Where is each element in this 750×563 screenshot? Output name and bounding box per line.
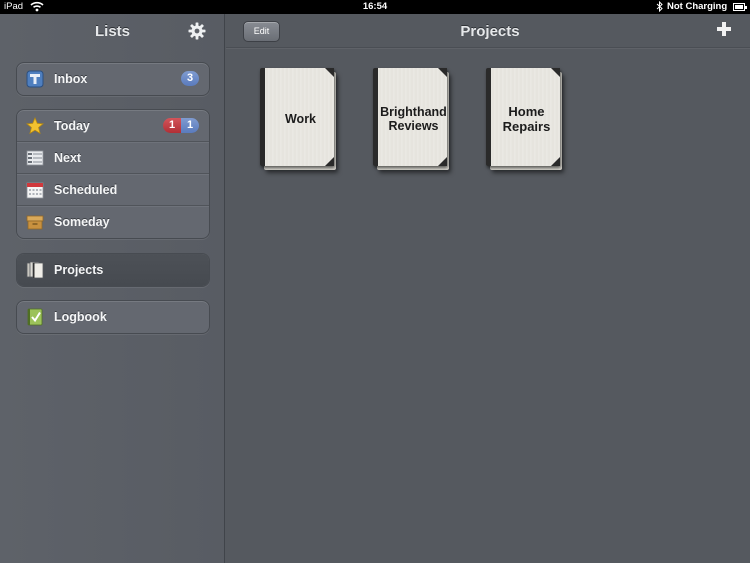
page-title: Projects — [460, 23, 520, 40]
calendar-icon — [26, 182, 44, 199]
inbox-icon — [26, 70, 44, 88]
project-name: Work — [284, 112, 317, 126]
sidebar-item-label: Next — [54, 151, 82, 165]
edit-button[interactable]: Edit — [243, 21, 280, 42]
sidebar-item-label: Today — [54, 119, 90, 133]
sidebar-item-label: Someday — [54, 215, 110, 229]
main-header: Projects Edit — [226, 14, 750, 48]
status-bar: iPad 16:54 Not Charging — [0, 0, 750, 14]
battery-icon — [733, 3, 747, 11]
projects-group: Projects — [16, 253, 210, 287]
next-list-icon — [26, 150, 44, 166]
clock: 16:54 — [362, 1, 388, 12]
sidebar-item-label: Scheduled — [54, 183, 118, 197]
add-project-button[interactable] — [716, 21, 732, 37]
sidebar-item-logbook[interactable]: Logbook — [17, 301, 209, 333]
sidebar: Lists Inbox 3 Today 1 1 Next Scheduled S… — [0, 14, 225, 563]
sidebar-item-label: Projects — [54, 263, 104, 277]
inbox-count-badge: 3 — [181, 71, 199, 86]
sidebar-item-label: Inbox — [54, 72, 88, 86]
project-name: Brighthand Reviews — [380, 105, 447, 133]
sidebar-item-scheduled[interactable]: Scheduled — [17, 174, 209, 206]
today-due-badge: 1 — [163, 118, 181, 133]
charging-status: Not Charging — [667, 1, 728, 12]
logbook-group: Logbook — [16, 300, 210, 334]
star-icon — [26, 117, 44, 135]
bluetooth-icon — [656, 1, 663, 12]
sidebar-item-inbox[interactable]: Inbox 3 — [17, 63, 209, 95]
sidebar-item-label: Logbook — [54, 310, 107, 324]
logbook-icon — [27, 308, 43, 326]
project-name: Home Repairs — [502, 104, 551, 134]
box-icon — [26, 215, 44, 230]
today-count-badge: 1 — [181, 118, 199, 133]
gear-icon[interactable] — [188, 22, 206, 40]
sidebar-item-next[interactable]: Next — [17, 142, 209, 174]
project-book-brighthand-reviews[interactable]: Brighthand Reviews — [373, 68, 449, 170]
sidebar-header: Lists — [0, 14, 224, 48]
inbox-group: Inbox 3 — [16, 62, 210, 96]
sidebar-item-someday[interactable]: Someday — [17, 206, 209, 238]
project-book-home-repairs[interactable]: Home Repairs — [486, 68, 562, 170]
sidebar-item-projects[interactable]: Projects — [17, 254, 209, 286]
project-book-work[interactable]: Work — [260, 68, 336, 170]
main-panel: Projects Edit Work Brighthand Reviews Ho… — [226, 14, 750, 563]
focus-group: Today 1 1 Next Scheduled Someday — [16, 109, 210, 239]
sidebar-item-today[interactable]: Today 1 1 — [17, 110, 209, 142]
projects-icon — [26, 261, 44, 279]
